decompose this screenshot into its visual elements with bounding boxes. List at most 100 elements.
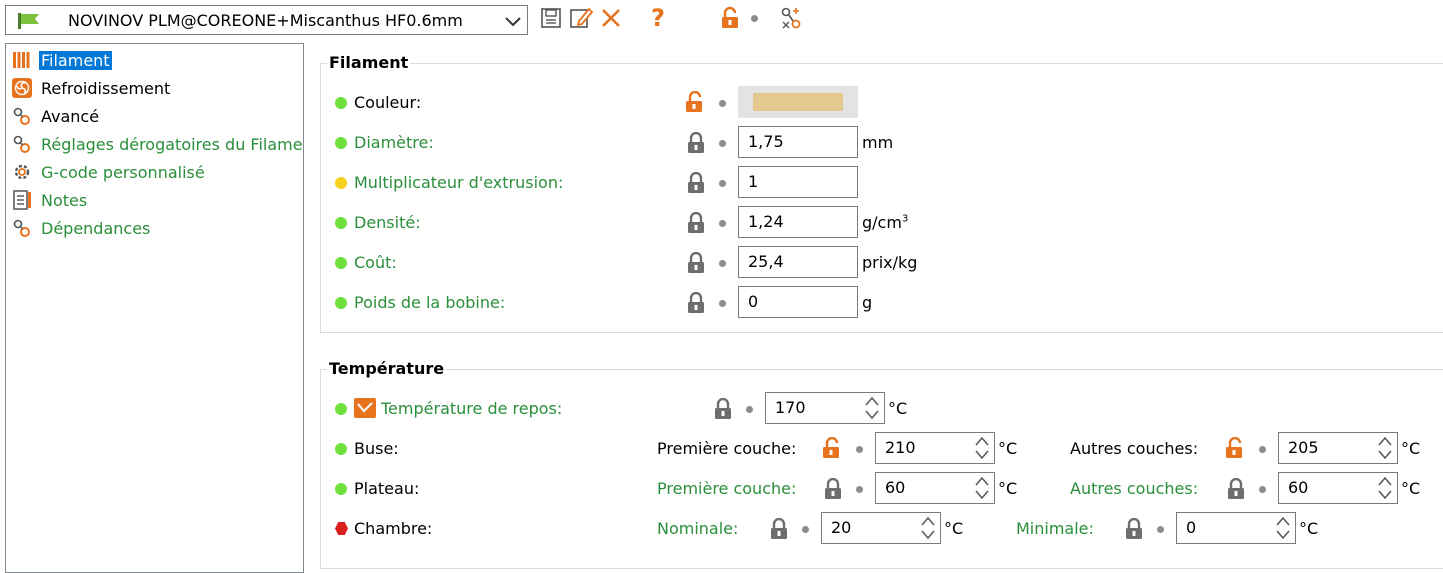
label-idle-temperature: Température de repos: <box>381 399 563 418</box>
unit-label: °C <box>888 399 908 418</box>
tree-item-cooling[interactable]: Refroidissement <box>11 76 172 100</box>
spool-weight-input[interactable]: 0 <box>738 286 858 318</box>
label-chamber: Chambre: <box>354 519 433 538</box>
preset-name: NOVINOV PLM@COREONE+Miscanthus HF0.6mm <box>68 11 463 30</box>
bed-first-layer-input[interactable]: 60 <box>875 472 995 504</box>
delete-icon[interactable] <box>598 5 624 31</box>
status-bullet <box>751 15 758 22</box>
field-value: 170 <box>775 398 806 417</box>
unlocked-icon[interactable] <box>1225 437 1245 459</box>
field-value: 0 <box>1186 518 1197 537</box>
tree-item-label: Réglages dérogatoires du Filament <box>41 134 304 154</box>
chamber-nominal-input[interactable]: 20 <box>821 512 941 544</box>
spin-arrows-icon[interactable] <box>1275 515 1291 541</box>
idle-temperature-input[interactable]: 170 <box>765 392 885 424</box>
diameter-input[interactable]: 1,75 <box>738 126 858 158</box>
locked-icon[interactable] <box>686 252 706 274</box>
locked-icon[interactable] <box>713 398 733 420</box>
field-value: 205 <box>1288 438 1319 457</box>
bed-other-layers-input[interactable]: 60 <box>1278 472 1398 504</box>
status-dot <box>335 403 347 415</box>
tree-item-filament[interactable]: Filament <box>11 48 112 72</box>
settings-tree: Filament Refroidissement Avancé Réglages… <box>5 43 304 573</box>
cost-input[interactable]: 25,4 <box>738 246 858 278</box>
flag-icon <box>18 13 40 33</box>
label-nominal: Nominale: <box>657 519 739 538</box>
notes-icon <box>11 189 33 211</box>
status-bullet <box>856 486 863 493</box>
status-dot <box>335 177 347 189</box>
unit-label: °C <box>1401 479 1421 498</box>
status-bullet <box>719 260 726 267</box>
spin-arrows-icon[interactable] <box>1377 475 1393 501</box>
tree-item-label: Notes <box>41 190 88 210</box>
label-first-layer: Première couche: <box>657 479 797 498</box>
label-other-layers: Autres couches: <box>1070 439 1199 458</box>
nozzle-other-layers-input[interactable]: 205 <box>1278 432 1398 464</box>
chevron-down-icon[interactable] <box>505 13 521 32</box>
label-cost: Coût: <box>354 253 397 272</box>
spin-arrows-icon[interactable] <box>920 515 936 541</box>
density-input[interactable]: 1,24 <box>738 206 858 238</box>
tree-item-custom-gcode[interactable]: G-code personnalisé <box>11 160 207 184</box>
unit-label: °C <box>944 519 964 538</box>
status-bullet <box>1157 526 1164 533</box>
field-value: 60 <box>1288 478 1309 497</box>
spin-arrows-icon[interactable] <box>864 395 880 421</box>
status-dot <box>335 483 347 495</box>
status-dot <box>335 217 347 229</box>
unit-label: °C <box>1299 519 1319 538</box>
rename-icon[interactable] <box>568 5 594 31</box>
tree-item-advanced[interactable]: Avancé <box>11 104 101 128</box>
unlocked-icon[interactable] <box>685 91 705 113</box>
field-value: 60 <box>885 478 906 497</box>
nozzle-first-layer-input[interactable]: 210 <box>875 432 995 464</box>
status-dot <box>335 257 347 269</box>
label-extrusion-multiplier: Multiplicateur d'extrusion: <box>354 173 564 192</box>
status-bullet <box>802 526 809 533</box>
tree-item-label: Refroidissement <box>41 78 171 98</box>
status-dot <box>335 97 347 109</box>
chamber-minimal-input[interactable]: 0 <box>1176 512 1296 544</box>
spin-arrows-icon[interactable] <box>1377 435 1393 461</box>
checkmark-icon <box>357 402 373 413</box>
locked-icon[interactable] <box>823 478 843 500</box>
status-bullet <box>1259 486 1266 493</box>
group-title-temperature: Température <box>327 359 447 378</box>
unit-label: g <box>862 293 873 312</box>
preset-select[interactable]: NOVINOV PLM@COREONE+Miscanthus HF0.6mm <box>5 5 528 35</box>
status-bullet <box>719 180 726 187</box>
label-other-layers: Autres couches: <box>1070 479 1199 498</box>
filament-icon <box>11 49 33 71</box>
help-icon[interactable]: ? <box>645 5 671 31</box>
status-bullet <box>719 140 726 147</box>
tree-item-notes[interactable]: Notes <box>11 188 89 212</box>
locked-icon[interactable] <box>686 212 706 234</box>
tree-item-label: Avancé <box>41 106 100 126</box>
field-value: 20 <box>831 518 852 537</box>
label-first-layer: Première couche: <box>657 439 797 458</box>
tree-item-dependencies[interactable]: Dépendances <box>11 216 152 240</box>
overrides-icon <box>11 133 33 155</box>
unit-label: mm <box>862 133 894 152</box>
status-dot <box>335 443 347 455</box>
status-bullet <box>1259 446 1266 453</box>
spin-arrows-icon[interactable] <box>974 475 990 501</box>
extrusion-multiplier-input[interactable]: 1 <box>738 166 858 198</box>
dependencies-icon <box>11 217 33 239</box>
status-bullet <box>746 406 753 413</box>
unlocked-icon[interactable] <box>822 437 842 459</box>
locked-icon[interactable] <box>1124 518 1144 540</box>
idle-temperature-checkbox[interactable] <box>354 398 376 418</box>
spin-arrows-icon[interactable] <box>974 435 990 461</box>
tree-item-label: Dépendances <box>41 218 151 238</box>
save-icon[interactable] <box>538 5 564 31</box>
unlocked-icon[interactable] <box>718 5 744 31</box>
compare-icon[interactable] <box>778 5 804 31</box>
locked-icon[interactable] <box>686 132 706 154</box>
locked-icon[interactable] <box>1226 478 1246 500</box>
locked-icon[interactable] <box>686 292 706 314</box>
locked-icon[interactable] <box>686 172 706 194</box>
tree-item-overrides[interactable]: Réglages dérogatoires du Filament <box>11 132 304 156</box>
locked-icon[interactable] <box>769 518 789 540</box>
